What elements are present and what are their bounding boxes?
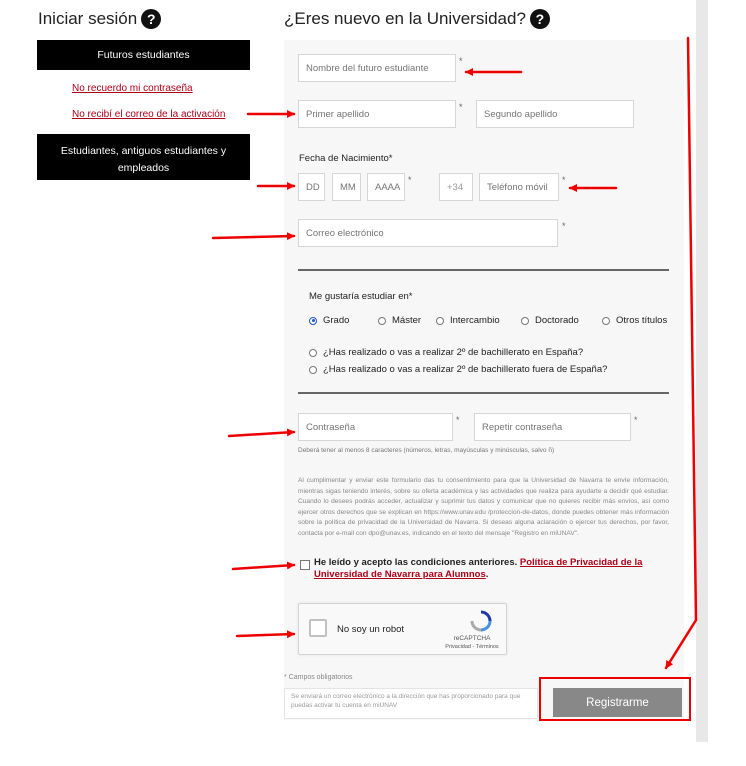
phone-prefix[interactable]: +34 bbox=[439, 173, 473, 201]
bachillerato-abroad-option[interactable]: ¿Has realizado o vas a realizar 2º de ba… bbox=[309, 364, 607, 375]
study-option-label: Doctorado bbox=[535, 315, 579, 326]
radio-icon[interactable] bbox=[602, 316, 610, 325]
birth-day-input[interactable] bbox=[298, 173, 325, 201]
birth-month-input[interactable] bbox=[332, 173, 361, 201]
required-star: * bbox=[459, 56, 463, 66]
study-option-label: Otros títulos bbox=[616, 315, 668, 326]
first-surname-input[interactable] bbox=[298, 100, 456, 128]
study-label: Me gustaría estudiar en* bbox=[309, 291, 413, 302]
recaptcha-widget[interactable]: No soy un robot reCAPTCHA Privacidad - T… bbox=[298, 603, 507, 655]
required-star: * bbox=[456, 415, 460, 425]
bachillerato-option-label: ¿Has realizado o vas a realizar 2º de ba… bbox=[323, 347, 584, 358]
future-student-name-input[interactable] bbox=[298, 54, 456, 82]
birth-year-input[interactable] bbox=[367, 173, 405, 201]
students-employees-label: Estudiantes, antiguos estudiantes y empl… bbox=[60, 145, 227, 174]
question-circle-icon[interactable]: ? bbox=[141, 9, 162, 29]
no-activation-email-link[interactable]: No recibí el correo de la activación bbox=[72, 109, 225, 120]
arrow-email bbox=[211, 232, 296, 241]
forgot-password-link[interactable]: No recuerdo mi contraseña bbox=[72, 83, 193, 94]
recaptcha-brand: reCAPTCHA Privacidad - Términos bbox=[441, 635, 503, 651]
radio-icon[interactable] bbox=[521, 316, 529, 325]
study-option-otros[interactable]: Otros títulos bbox=[602, 315, 667, 326]
future-students-button[interactable]: Futuros estudiantes bbox=[37, 40, 250, 70]
consent-label: He leído y acepto las condiciones anteri… bbox=[314, 557, 518, 568]
mobile-phone-input[interactable] bbox=[479, 173, 559, 201]
bachillerato-option-label: ¿Has realizado o vas a realizar 2º de ba… bbox=[323, 364, 608, 375]
question-circle-icon[interactable]: ? bbox=[529, 9, 550, 29]
recaptcha-brand-text: reCAPTCHA bbox=[453, 635, 491, 642]
students-employees-button[interactable]: Estudiantes, antiguos estudiantes y empl… bbox=[37, 134, 250, 180]
activation-info-box: Se enviará un correo electrónico a la di… bbox=[284, 688, 538, 719]
divider bbox=[298, 392, 669, 394]
study-option-label: Intercambio bbox=[450, 315, 500, 326]
recaptcha-label: No soy un robot bbox=[337, 624, 405, 635]
required-star: * bbox=[562, 221, 566, 231]
study-option-grado[interactable]: Grado bbox=[309, 315, 349, 326]
study-option-label: Grado bbox=[323, 315, 350, 326]
password-hint: Deberá tener al menos 8 caracteres (núme… bbox=[298, 447, 555, 454]
required-fields-note: * Campos obligatorios bbox=[284, 674, 353, 681]
consent-end: . bbox=[485, 569, 489, 580]
login-title-text: Iniciar sesión bbox=[38, 9, 138, 28]
divider bbox=[298, 269, 669, 271]
register-title-text: ¿Eres nuevo en la Universidad? bbox=[284, 9, 526, 28]
radio-icon[interactable] bbox=[378, 316, 386, 325]
email-input[interactable] bbox=[298, 219, 558, 247]
study-option-doctorado[interactable]: Doctorado bbox=[521, 315, 579, 326]
recaptcha-terms-link[interactable]: Privacidad - Términos bbox=[441, 643, 503, 651]
radio-icon[interactable] bbox=[309, 348, 317, 357]
study-option-label: Máster bbox=[392, 315, 422, 326]
phone-prefix-text: +34 bbox=[447, 181, 464, 193]
register-button-label: Registrarme bbox=[586, 696, 649, 709]
future-students-label: Futuros estudiantes bbox=[97, 49, 190, 61]
recaptcha-checkbox[interactable] bbox=[309, 619, 327, 637]
radio-selected-icon[interactable] bbox=[309, 316, 317, 325]
register-button[interactable]: Registrarme bbox=[553, 688, 682, 717]
consent-checkbox[interactable] bbox=[300, 560, 310, 570]
bachillerato-spain-option[interactable]: ¿Has realizado o vas a realizar 2º de ba… bbox=[309, 347, 583, 358]
password-input[interactable] bbox=[298, 413, 453, 441]
privacy-legal-text: Al cumplimentar y enviar este formulario… bbox=[298, 477, 669, 537]
recaptcha-icon bbox=[470, 610, 492, 632]
scrollbar-track[interactable] bbox=[696, 0, 708, 742]
required-star: * bbox=[459, 102, 463, 112]
repeat-password-input[interactable] bbox=[474, 413, 631, 441]
required-star: * bbox=[634, 415, 638, 425]
register-title: ¿Eres nuevo en la Universidad? ? bbox=[284, 9, 550, 29]
birth-date-label: Fecha de Nacimiento* bbox=[299, 153, 393, 164]
required-star: * bbox=[562, 175, 566, 185]
consent-text: He leído y acepto las condiciones anteri… bbox=[314, 557, 670, 581]
radio-icon[interactable] bbox=[309, 365, 317, 374]
second-surname-input[interactable] bbox=[476, 100, 634, 128]
radio-icon[interactable] bbox=[436, 316, 444, 325]
activation-info-text: Se enviará un correo electrónico a la di… bbox=[291, 693, 521, 709]
study-option-intercambio[interactable]: Intercambio bbox=[436, 315, 500, 326]
required-star: * bbox=[408, 175, 412, 185]
login-title: Iniciar sesión ? bbox=[38, 9, 162, 29]
study-option-master[interactable]: Máster bbox=[378, 315, 421, 326]
